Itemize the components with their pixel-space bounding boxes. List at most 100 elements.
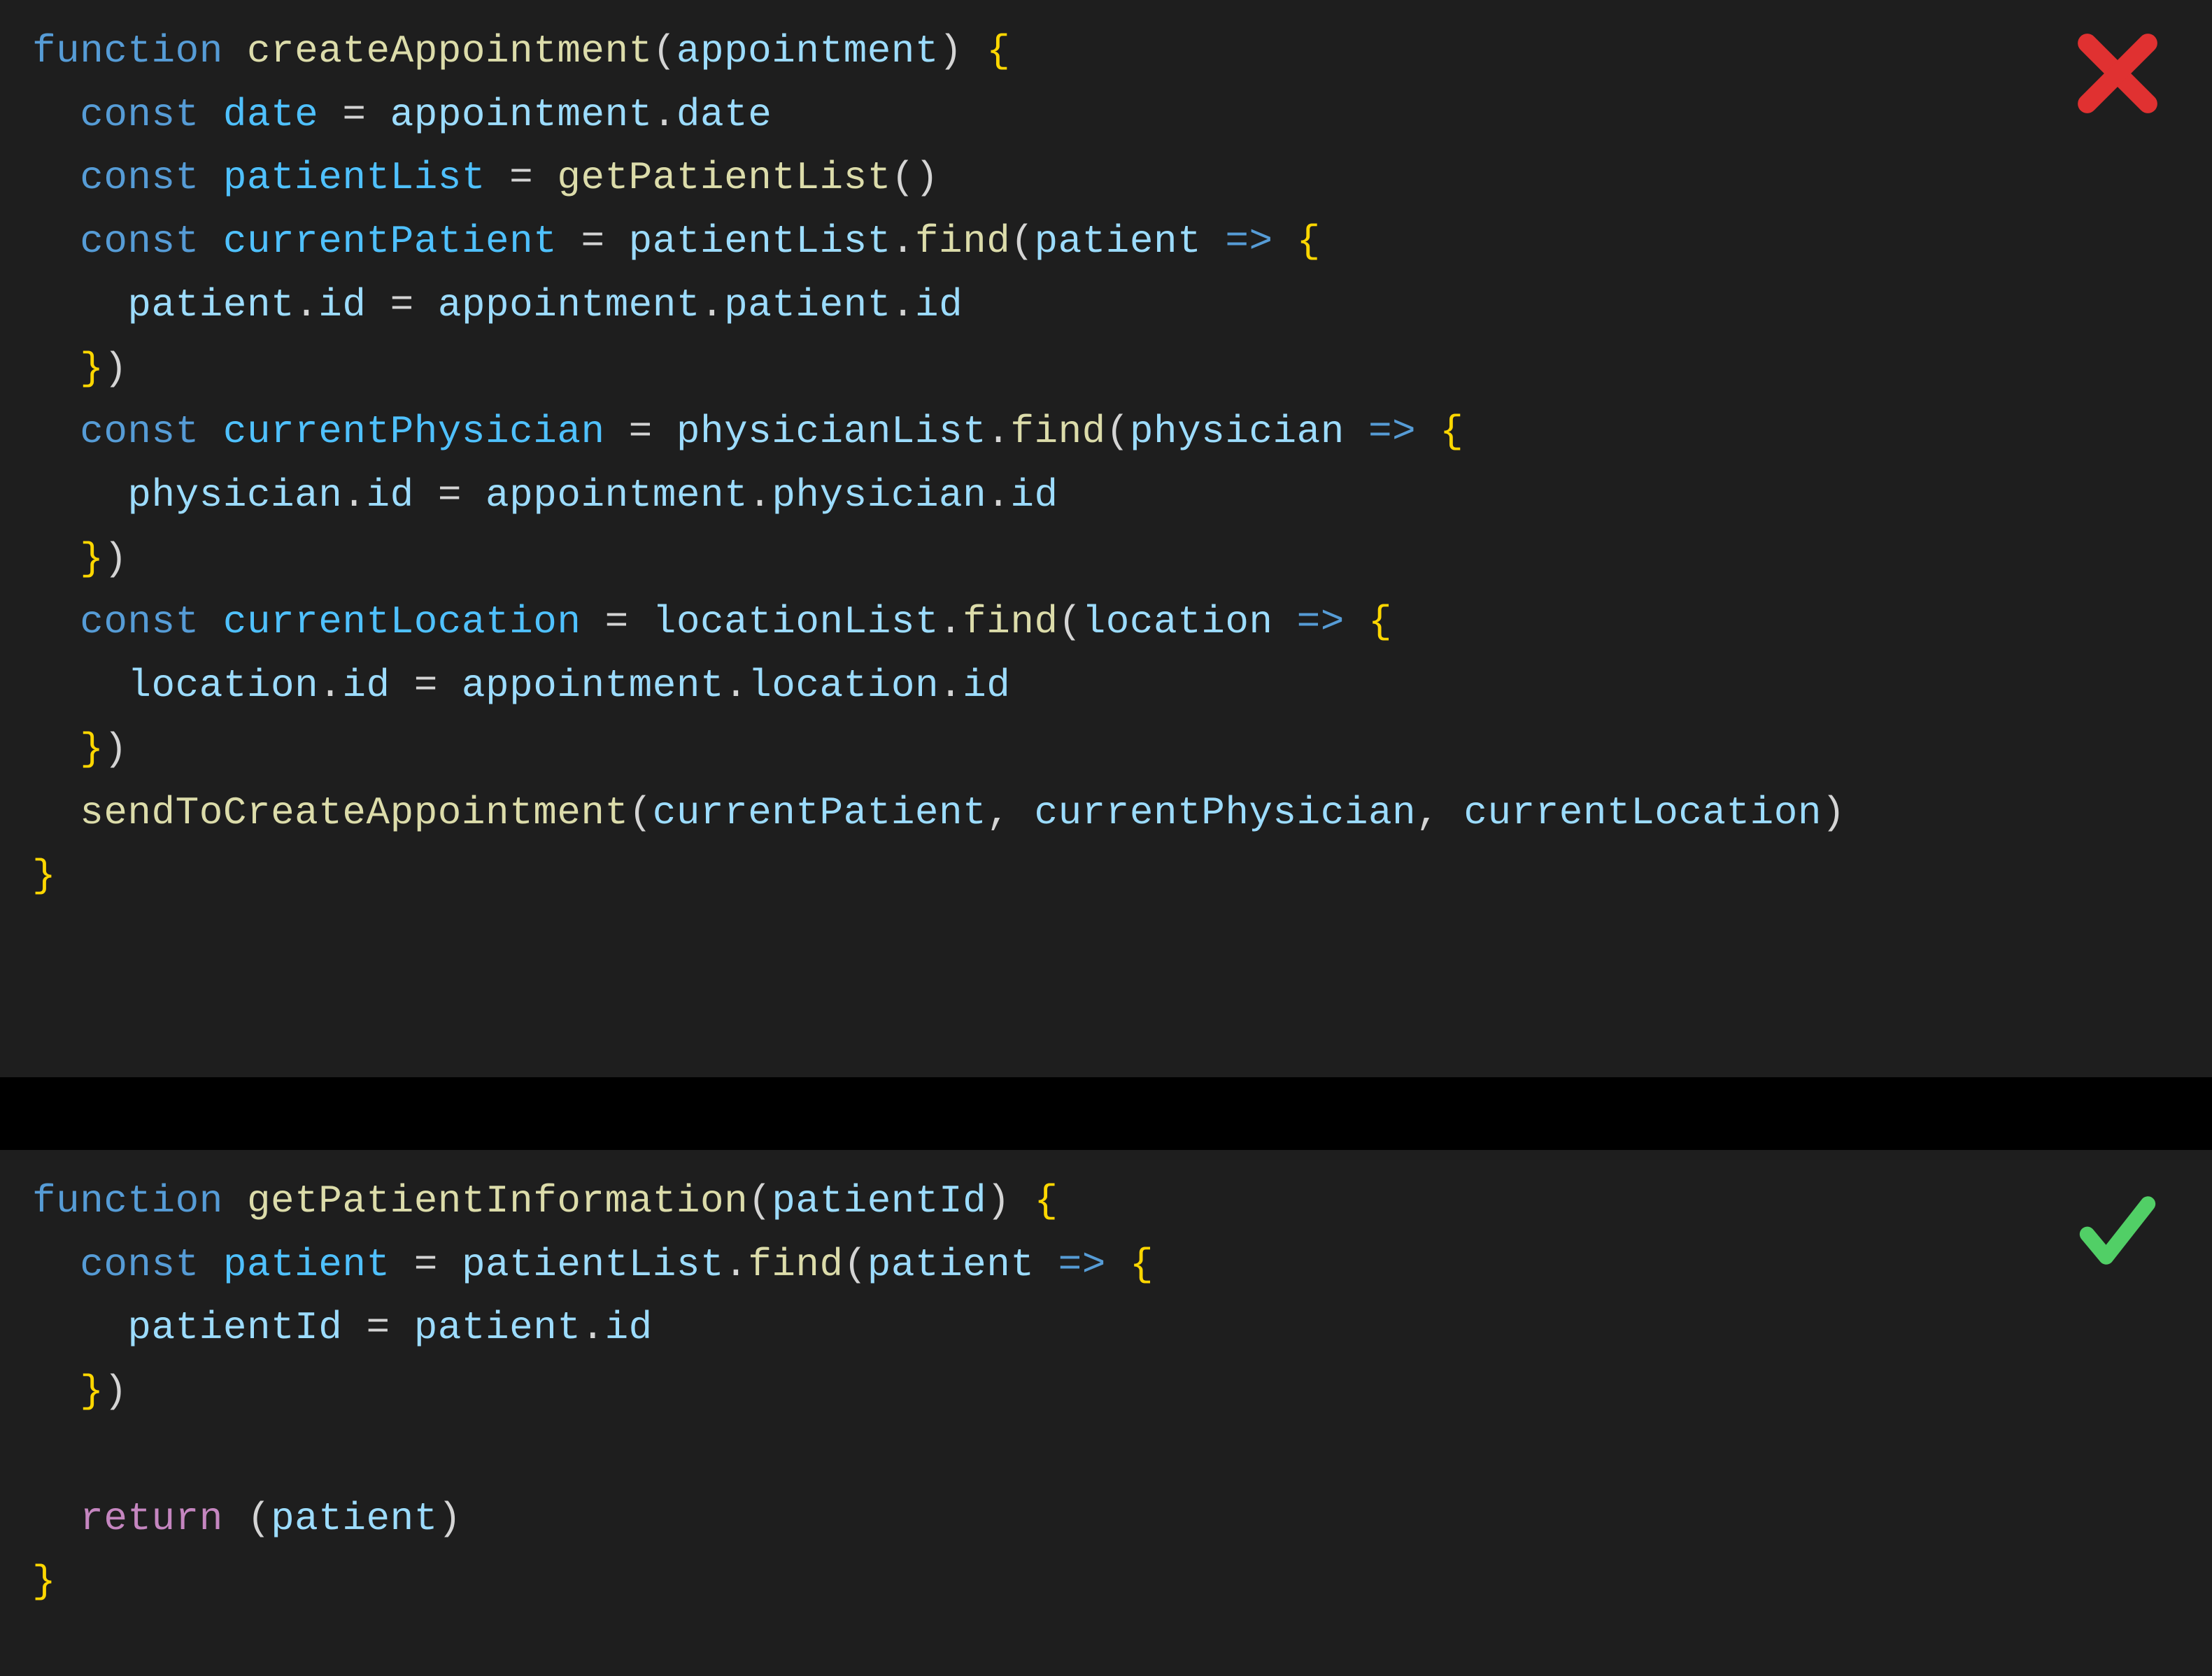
code-token: . xyxy=(724,663,748,708)
code-token: { xyxy=(1368,599,1392,644)
code-token: appointment xyxy=(438,283,700,327)
code-token: currentLocation xyxy=(223,599,581,644)
code-token: id xyxy=(915,283,963,327)
code-token: find xyxy=(1010,409,1105,454)
code-block-bad[interactable]: function createAppointment(appointment) … xyxy=(32,20,2180,908)
code-token: = xyxy=(605,599,629,644)
code-token: id xyxy=(318,283,366,327)
code-token: getPatientList xyxy=(557,155,891,200)
code-token: . xyxy=(986,409,1010,454)
code-token: = xyxy=(414,1242,438,1287)
code-token: => xyxy=(1225,219,1272,264)
code-token: const xyxy=(80,409,199,454)
code-token: } xyxy=(80,346,104,391)
code-token: patient xyxy=(1034,219,1201,264)
code-token: = xyxy=(366,1305,390,1350)
code-token: physician xyxy=(772,473,986,518)
code-token: appointment xyxy=(462,663,724,708)
code-token: date xyxy=(676,92,772,137)
code-token: date xyxy=(223,92,318,137)
code-token: . xyxy=(724,1242,748,1287)
code-token: . xyxy=(891,219,915,264)
code-token: ) xyxy=(438,1496,462,1541)
code-token: find xyxy=(963,599,1058,644)
code-token: physician xyxy=(127,473,342,518)
code-token: = xyxy=(581,219,604,264)
code-token: patient xyxy=(724,283,891,327)
code-token: ) xyxy=(986,1179,1034,1223)
code-token: ( xyxy=(844,1242,867,1287)
code-token: } xyxy=(80,537,104,581)
code-token: patientList xyxy=(629,219,891,264)
cross-icon xyxy=(2072,28,2163,119)
code-token: appointment xyxy=(390,92,653,137)
code-token: patient xyxy=(223,1242,390,1287)
code-token: ( xyxy=(653,29,676,73)
code-token: currentLocation xyxy=(1463,790,1822,835)
code-token: { xyxy=(986,29,1010,73)
code-token: = xyxy=(438,473,462,518)
code-token: ) xyxy=(939,29,986,73)
code-token: . xyxy=(581,1305,604,1350)
code-token: = xyxy=(629,409,653,454)
code-token: . xyxy=(748,473,772,518)
code-token: => xyxy=(1368,409,1416,454)
code-token: = xyxy=(414,663,438,708)
code-token: id xyxy=(963,663,1010,708)
code-token: physicianList xyxy=(676,409,986,454)
code-token: createAppointment xyxy=(247,29,653,73)
code-token: . xyxy=(700,283,724,327)
code-token: } xyxy=(32,853,56,898)
code-token: patientId xyxy=(127,1305,342,1350)
code-token: patient xyxy=(867,1242,1035,1287)
code-token: . xyxy=(986,473,1010,518)
code-token: getPatientInformation xyxy=(247,1179,748,1223)
code-token: . xyxy=(939,663,963,708)
code-token: id xyxy=(1010,473,1058,518)
code-token: ( xyxy=(1106,409,1130,454)
code-token: . xyxy=(342,473,366,518)
code-token: id xyxy=(342,663,390,708)
code-token: ) xyxy=(104,537,127,581)
code-token: currentPhysician xyxy=(1034,790,1416,835)
code-token: ( xyxy=(629,790,653,835)
code-token: { xyxy=(1034,1179,1058,1223)
code-token: patient xyxy=(414,1305,581,1350)
code-token: patientList xyxy=(462,1242,724,1287)
code-token: const xyxy=(80,599,199,644)
code-pane-bad: function createAppointment(appointment) … xyxy=(0,0,2212,1077)
code-token: = xyxy=(509,155,533,200)
code-token: ) xyxy=(104,727,127,772)
code-token: . xyxy=(939,599,963,644)
code-token: const xyxy=(80,219,199,264)
code-token: locationList xyxy=(653,599,939,644)
code-token: currentPatient xyxy=(653,790,986,835)
code-token: { xyxy=(1440,409,1463,454)
code-token: patient xyxy=(271,1496,438,1541)
code-token: ) xyxy=(1822,790,1845,835)
code-token: ( xyxy=(247,1496,271,1541)
code-token: = xyxy=(390,283,414,327)
code-token: patientId xyxy=(772,1179,986,1223)
code-token: } xyxy=(80,1369,104,1414)
code-token: function xyxy=(32,1179,223,1223)
code-token: const xyxy=(80,1242,199,1287)
code-block-good[interactable]: function getPatientInformation ( patientId… xyxy=(32,1170,2180,1614)
check-icon xyxy=(2072,1178,2163,1283)
code-token: location xyxy=(1082,599,1273,644)
code-token: appointment xyxy=(676,29,939,73)
code-token: currentPatient xyxy=(223,219,557,264)
code-token: const xyxy=(80,155,199,200)
code-token: . xyxy=(891,283,915,327)
code-token: id xyxy=(366,473,413,518)
code-token: patient xyxy=(127,283,295,327)
code-token: . xyxy=(295,283,318,327)
code-token: appointment xyxy=(485,473,748,518)
pane-divider xyxy=(0,1077,2212,1150)
code-token: . xyxy=(653,92,676,137)
code-token: } xyxy=(32,1559,56,1604)
code-token: } xyxy=(80,727,104,772)
code-token: function xyxy=(32,29,223,73)
code-token: = xyxy=(342,92,366,137)
code-token: , xyxy=(1416,790,1463,835)
